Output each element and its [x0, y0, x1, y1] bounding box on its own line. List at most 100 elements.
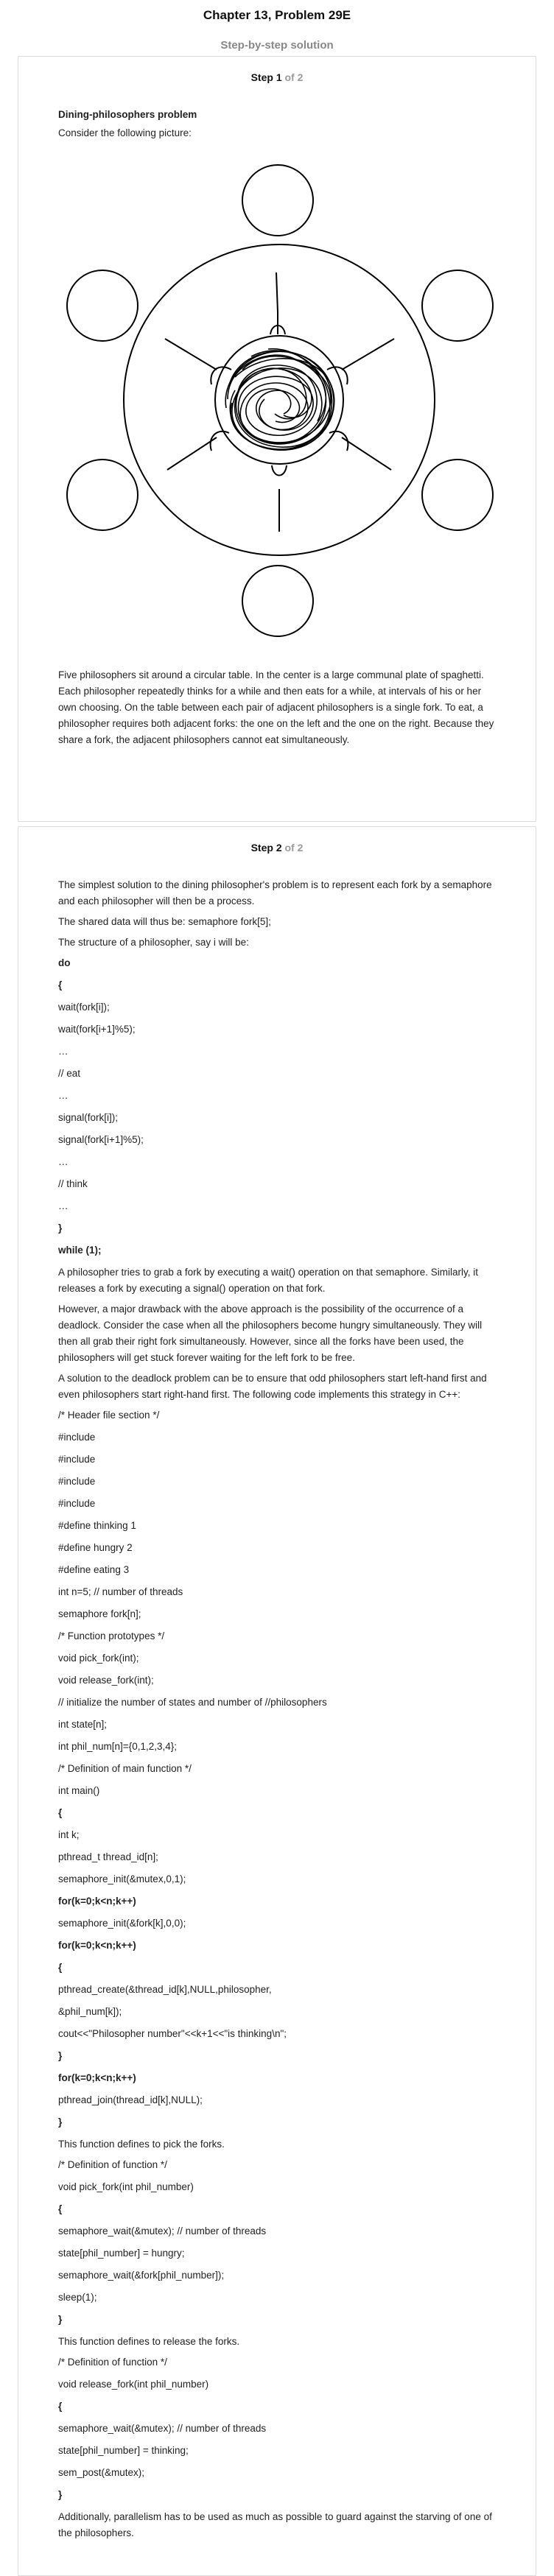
code-line: } [58, 2116, 63, 2128]
code-line: void pick_fork(int); [58, 1653, 139, 1664]
code-line: for(k=0;k<n;k++) [58, 1896, 136, 1907]
code-line: state[phil_number] = thinking; [58, 2445, 189, 2456]
code-line: #include [58, 1476, 96, 1487]
code-line: /* Definition of main function */ [58, 1763, 192, 1774]
code-line: int n=5; // number of threads [58, 1586, 183, 1597]
code-line: int main() [58, 1785, 100, 1796]
code-line: int state[n]; [58, 1719, 108, 1730]
step-1-label: Step 1 [250, 71, 282, 83]
code-line: { [58, 2401, 63, 2412]
release-fork-code: /* Definition of function */ void release… [58, 2354, 499, 2503]
code-line: wait(fork[i]); [58, 1002, 110, 1013]
forks [164, 272, 395, 532]
philosopher-structure-code: do { wait(fork[i]); wait(fork[i+1]%5); … // e… [58, 955, 499, 1259]
pick-fork-code: /* Definition of function */ void pick_fo… [58, 2157, 499, 2328]
code-line: … [58, 1200, 69, 1211]
code-line: /* Definition of function */ [58, 2159, 167, 2170]
step-2-paragraph: A philosopher tries to grab a fork by ex… [58, 1267, 479, 1294]
step-1-body: Five philosophers sit around a circular … [58, 669, 494, 745]
step-1-content: Dining-philosophers problem Consider the… [18, 107, 536, 748]
step-2-paragraph: Additionally, parallelism has to be used… [58, 2511, 492, 2538]
step-2-content: The simplest solution to the dining phil… [18, 859, 536, 2541]
philosopher-circle-lower-right [421, 459, 494, 531]
code-line: cout<<"Philosopher number"<<k+1<<"is thi… [58, 2028, 287, 2039]
code-line: for(k=0;k<n;k++) [58, 2072, 136, 2083]
code-line: } [58, 2314, 63, 2325]
code-line: void release_fork(int phil_number) [58, 2379, 209, 2390]
code-line: state[phil_number] = hungry; [58, 2248, 185, 2259]
page-subtitle: Step-by-step solution [220, 39, 334, 52]
code-line: pthread_create(&thread_id[k],NULL,philos… [58, 1984, 272, 1995]
step-2-card: Step 2 of 2 The simplest solution to the… [18, 826, 536, 2576]
code-line: // initialize the number of states and n… [58, 1697, 327, 1708]
step-2-header: Step 2 of 2 [18, 836, 536, 859]
step-2-paragraph: However, a major drawback with the above… [58, 1303, 483, 1363]
cpp-solution-code: /* Header file section */ #include #includ… [58, 1407, 499, 2130]
code-line: … [58, 1156, 69, 1167]
code-line: &phil_num[k]); [58, 2006, 122, 2017]
code-line: { [58, 1807, 63, 1818]
code-line: … [58, 1046, 69, 1057]
code-line: signal(fork[i+1]%5); [58, 1134, 144, 1145]
code-line: #include [58, 1454, 96, 1465]
code-line: { [58, 2203, 63, 2214]
plate-center-dot [277, 398, 281, 402]
code-line: #define eating 3 [58, 1564, 130, 1575]
philosopher-circle-upper-left [66, 270, 138, 342]
code-line: semaphore_wait(&mutex); // number of thr… [58, 2423, 267, 2434]
code-line: sleep(1); [58, 2292, 97, 2303]
code-line: … [58, 1090, 69, 1101]
code-line: } [58, 2050, 63, 2061]
page-header: Chapter 13, Problem 29E Step-by-step sol… [0, 0, 554, 56]
philosopher-circle-top [242, 164, 314, 236]
code-line: /* Function prototypes */ [58, 1630, 165, 1641]
code-line: } [58, 1222, 63, 1234]
step-2-paragraph: This function defines to release the for… [58, 2336, 240, 2347]
code-line: signal(fork[i]); [58, 1112, 119, 1123]
step-1-header: Step 1 of 2 [18, 66, 536, 89]
code-line: semaphore_init(&fork[k],0,0); [58, 1918, 186, 1929]
step-1-card: Step 1 of 2 Dining-philosophers problem … [18, 56, 536, 822]
step-1-intro: Consider the following picture: [58, 127, 192, 138]
step-2-paragraph: The shared data will thus be: semaphore … [58, 916, 271, 927]
philosopher-circle-lower-left [66, 459, 138, 531]
solution-page: Chapter 13, Problem 29E Step-by-step sol… [0, 0, 554, 2576]
step-2-paragraph: A solution to the deadlock problem can b… [58, 1373, 487, 1400]
code-line: } [58, 2489, 63, 2500]
step-1-of: of 2 [284, 71, 304, 83]
code-line: while (1); [58, 1245, 102, 1256]
step-1-heading: Dining-philosophers problem [58, 109, 197, 120]
code-line: /* Header file section */ [58, 1410, 160, 1421]
code-line: semaphore fork[n]; [58, 1608, 141, 1619]
code-line: #define thinking 1 [58, 1520, 136, 1531]
code-line: { [58, 1962, 63, 1973]
code-line: semaphore_wait(&fork[phil_number]); [58, 2270, 225, 2281]
code-line: semaphore_init(&mutex,0,1); [58, 1873, 186, 1885]
step-2-label: Step 2 [250, 842, 282, 854]
code-line: semaphore_wait(&mutex); // number of thr… [58, 2225, 267, 2237]
dining-philosophers-diagram [66, 164, 494, 637]
code-line: /* Definition of function */ [58, 2357, 167, 2368]
step-2-paragraph: The structure of a philosopher, say i wi… [58, 937, 249, 948]
step-2-paragraph: This function defines to pick the forks. [58, 2139, 225, 2150]
philosopher-circle-upper-right [421, 270, 494, 342]
step-2-of: of 2 [284, 842, 304, 854]
code-line: wait(fork[i+1]%5); [58, 1024, 136, 1035]
step-2-paragraph: The simplest solution to the dining phil… [58, 879, 492, 907]
philosopher-circle-bottom [242, 565, 314, 637]
code-line: int phil_num[n]={0,1,2,3,4}; [58, 1741, 177, 1752]
code-line: // think [58, 1178, 88, 1189]
code-line: { [58, 979, 63, 990]
page-title: Chapter 13, Problem 29E [203, 8, 351, 22]
code-line: for(k=0;k<n;k++) [58, 1940, 136, 1951]
code-line: #include [58, 1432, 96, 1443]
code-line: do [58, 957, 71, 968]
code-line: void pick_fork(int phil_number) [58, 2181, 194, 2192]
code-line: pthread_join(thread_id[k],NULL); [58, 2094, 203, 2105]
code-line: #include [58, 1498, 96, 1509]
code-line: sem_post(&mutex); [58, 2467, 145, 2478]
code-line: int k; [58, 1829, 80, 1840]
code-line: void release_fork(int); [58, 1675, 154, 1686]
code-line: #define hungry 2 [58, 1542, 133, 1553]
code-line: // eat [58, 1068, 81, 1079]
